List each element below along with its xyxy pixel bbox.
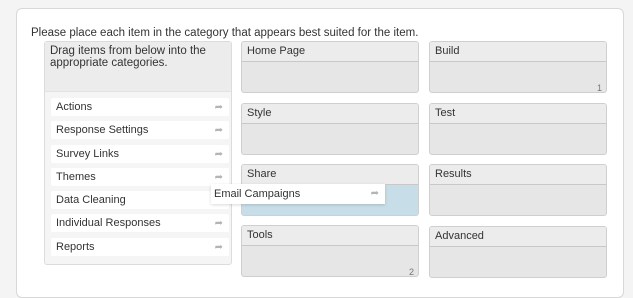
item-bank-header: Drag items from below into the appropria… [45,42,231,92]
bank-item-label: Response Settings [56,124,149,136]
share-arrow-icon: ➦ [214,125,223,136]
bank-item-survey-links[interactable]: Survey Links ➦ [51,145,229,163]
question-prompt: Please place each item in the category t… [31,27,419,39]
bank-item-label: Reports [56,241,95,253]
group-label: Test [430,104,606,124]
group-drop-area[interactable] [430,124,606,154]
group-label: Results [430,165,606,185]
item-bank: Drag items from below into the appropria… [44,41,232,265]
group-drop-area[interactable]: 1 [430,62,606,93]
group-label: Build [430,42,606,62]
group-test[interactable]: Test [429,103,607,155]
group-build[interactable]: Build 1 [429,41,607,93]
bank-item-reports[interactable]: Reports ➦ [51,238,229,256]
dragging-item-email-campaigns[interactable]: Email Campaigns ➦ [211,184,385,204]
share-arrow-icon: ➦ [214,242,223,253]
group-home-page[interactable]: Home Page [241,41,419,93]
group-label: Tools [242,226,418,246]
bank-item-label: Individual Responses [56,217,161,229]
group-advanced[interactable]: Advanced [429,226,607,278]
bank-item-label: Data Cleaning [56,194,126,206]
group-drop-area[interactable] [242,124,418,154]
group-style[interactable]: Style [241,103,419,155]
group-drop-area[interactable] [430,247,606,277]
group-count: 2 [408,267,414,277]
group-count: 1 [596,83,602,93]
bank-item-actions[interactable]: Actions ➦ [51,98,229,116]
group-drop-area[interactable] [242,62,418,92]
bank-item-data-cleaning[interactable]: Data Cleaning ➦ [51,191,229,209]
group-tools[interactable]: Tools 2 [241,225,419,277]
share-arrow-icon: ➦ [214,102,223,113]
group-label: Style [242,104,418,124]
share-arrow-icon: ➦ [214,172,223,183]
group-drop-area[interactable] [430,185,606,215]
bank-item-label: Actions [56,101,93,113]
dragging-item-label: Email Campaigns [214,188,301,200]
group-label: Home Page [242,42,418,62]
bank-item-label: Themes [56,171,96,183]
bank-item-response-settings[interactable]: Response Settings ➦ [51,121,229,139]
group-label: Share [242,165,418,185]
group-drop-area[interactable]: 2 [242,246,418,277]
bank-item-individual-responses[interactable]: Individual Responses ➦ [51,214,229,232]
bank-item-label: Survey Links [56,148,119,160]
share-arrow-icon: ➦ [214,149,223,160]
share-arrow-icon: ➦ [214,218,223,229]
group-label: Advanced [430,227,606,247]
share-arrow-icon: ➦ [370,188,379,199]
bank-item-themes[interactable]: Themes ➦ [51,168,229,186]
group-results[interactable]: Results [429,164,607,216]
